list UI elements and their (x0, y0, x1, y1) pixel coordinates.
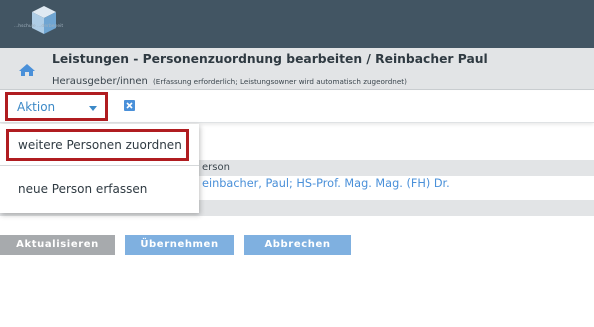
aktion-label: Aktion (17, 100, 56, 114)
aktion-menu-button[interactable]: Aktion (5, 92, 108, 121)
page-subtitle: Herausgeber/innen (Erfassung erforderlic… (52, 69, 407, 88)
logo-text: ...hschule ...derbeneit (14, 24, 64, 29)
close-icon[interactable] (124, 100, 135, 111)
subtitle-note: (Erfassung erforderlich; Leistungsowner … (152, 77, 407, 86)
subtitle-main: Herausgeber/innen (52, 76, 148, 87)
menu-divider (0, 165, 199, 166)
page-title: Leistungen - Personenzuordnung bearbeite… (52, 52, 488, 66)
accept-button[interactable]: Übernehmen (125, 235, 234, 255)
table-header-label: erson (202, 162, 230, 173)
top-bar: ...hschule ...derbeneit (0, 0, 594, 48)
menu-item-label: weitere Personen zuordnen (18, 138, 182, 152)
home-icon[interactable] (18, 63, 36, 77)
menu-item-assign-persons[interactable]: weitere Personen zuordnen (6, 129, 189, 161)
app-window: ...hschule ...derbeneit Leistungen - Per… (0, 0, 594, 327)
menu-item-label: neue Person erfassen (18, 182, 148, 196)
caret-down-icon (89, 106, 97, 111)
refresh-button[interactable]: Aktualisieren (0, 235, 115, 255)
close-x-glyph (126, 102, 133, 109)
cancel-button[interactable]: Abbrechen (244, 235, 351, 255)
table-row[interactable]: einbacher, Paul; HS-Prof. Mag. Mag. (FH)… (202, 177, 450, 190)
menu-item-new-person[interactable]: neue Person erfassen (0, 175, 199, 203)
